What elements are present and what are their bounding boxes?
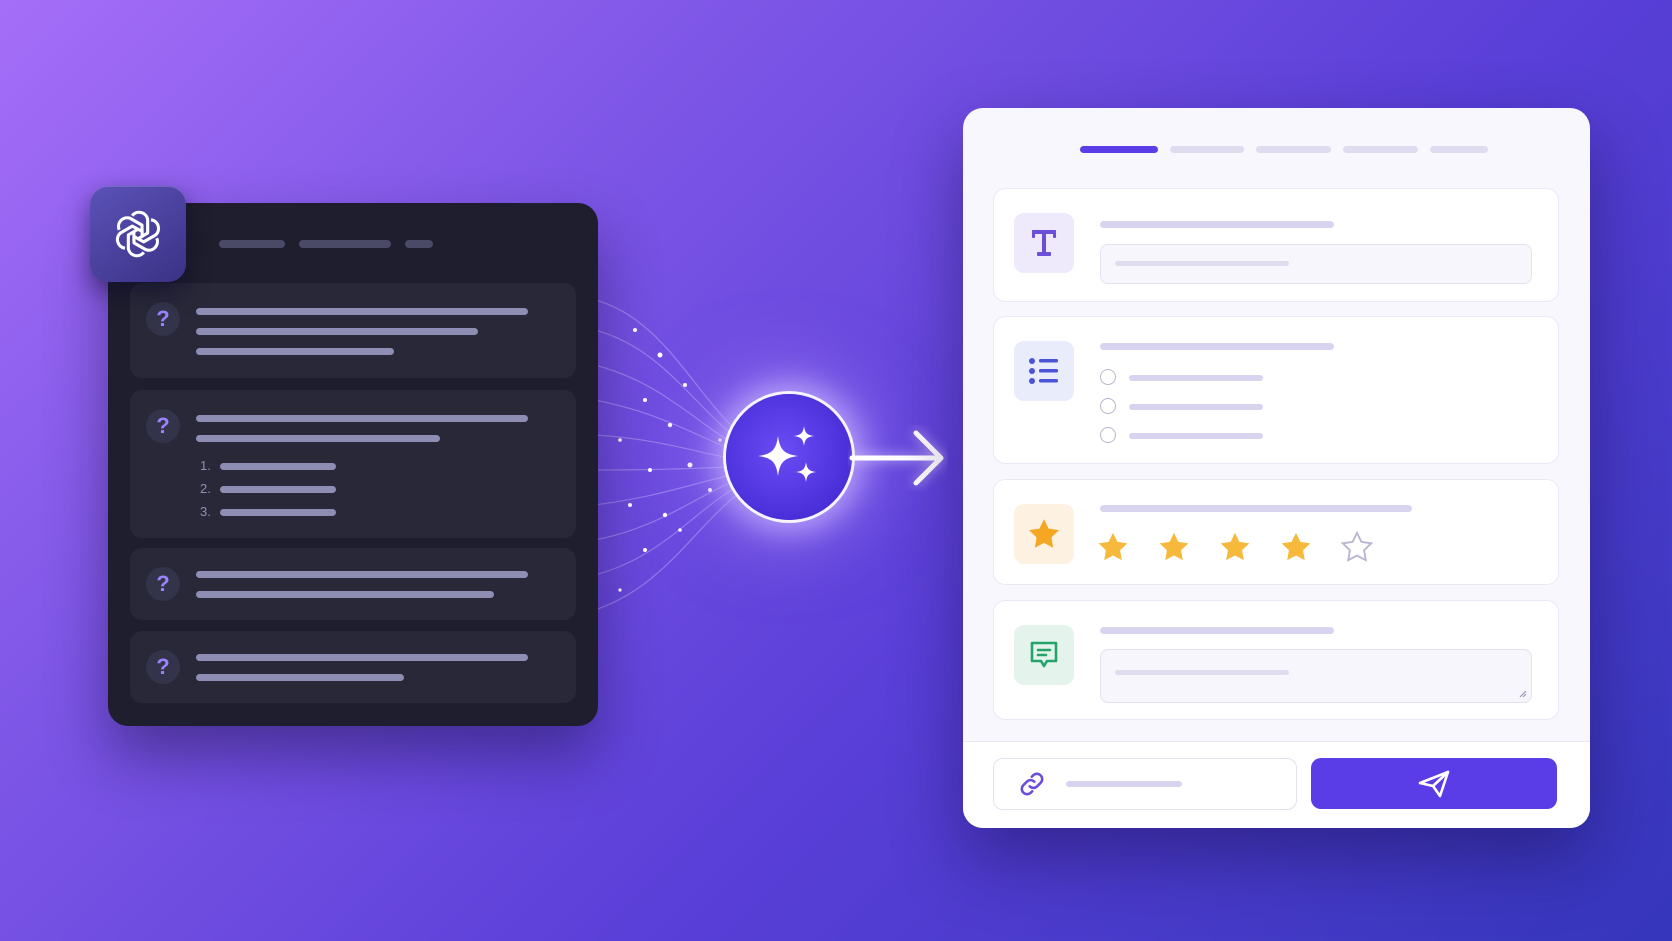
progress-step	[1430, 146, 1488, 153]
star-icon	[1014, 504, 1074, 564]
question-icon: ?	[146, 650, 180, 684]
radio-option[interactable]	[1100, 398, 1116, 414]
question-card[interactable]: ?	[130, 631, 576, 703]
header-pill	[219, 240, 285, 248]
text-line	[196, 308, 528, 315]
resize-handle-icon[interactable]	[1517, 688, 1527, 698]
openai-logo-icon	[115, 210, 161, 258]
header-pill	[405, 240, 433, 248]
form-field-long-text[interactable]	[993, 600, 1559, 720]
star-filled-icon[interactable]	[1157, 530, 1191, 564]
placeholder-line	[1115, 261, 1289, 266]
form-field-multiple-choice[interactable]	[993, 316, 1559, 464]
field-label-line	[1100, 505, 1412, 512]
radio-option[interactable]	[1100, 427, 1116, 443]
progress-step	[1256, 146, 1331, 153]
list-number: 2.	[200, 481, 211, 496]
text-line	[196, 571, 528, 578]
field-label-line	[1100, 343, 1334, 350]
question-icon: ?	[146, 567, 180, 601]
form-panel	[963, 108, 1590, 828]
star-filled-icon[interactable]	[1279, 530, 1313, 564]
option-line	[1129, 404, 1263, 410]
list-line	[220, 463, 336, 470]
header-pill	[299, 240, 391, 248]
text-input[interactable]	[1100, 244, 1532, 284]
question-card[interactable]: ?	[130, 283, 576, 378]
option-line	[1129, 375, 1263, 381]
placeholder-line	[1115, 670, 1289, 675]
arrow-right-icon	[849, 430, 944, 486]
star-empty-icon[interactable]	[1340, 530, 1374, 564]
text-line	[196, 654, 528, 661]
form-footer	[963, 741, 1590, 828]
progress-step-active	[1080, 146, 1158, 153]
text-line	[196, 674, 404, 681]
list-line	[220, 486, 336, 493]
text-line	[196, 591, 494, 598]
sparkles-icon	[758, 426, 816, 482]
list-line	[220, 509, 336, 516]
option-line	[1129, 433, 1263, 439]
progress-step	[1343, 146, 1418, 153]
link-icon	[1020, 772, 1044, 796]
comment-icon	[1014, 625, 1074, 685]
star-filled-icon[interactable]	[1096, 530, 1130, 564]
form-field-text[interactable]	[993, 188, 1559, 302]
chat-panel: ? ? 1. 2. 3. ? ?	[108, 203, 598, 726]
textarea-input[interactable]	[1100, 649, 1532, 703]
question-icon: ?	[146, 409, 180, 443]
text-line	[196, 415, 528, 422]
openai-logo-tile	[90, 186, 186, 282]
share-link-input[interactable]	[993, 758, 1297, 810]
question-card[interactable]: ?	[130, 548, 576, 620]
field-label-line	[1100, 627, 1334, 634]
text-line	[196, 435, 440, 442]
field-label-line	[1100, 221, 1334, 228]
link-line	[1066, 781, 1182, 787]
text-type-icon	[1014, 213, 1074, 273]
list-icon	[1014, 341, 1074, 401]
radio-option[interactable]	[1100, 369, 1116, 385]
star-filled-icon[interactable]	[1218, 530, 1252, 564]
send-button[interactable]	[1311, 758, 1557, 809]
text-line	[196, 348, 394, 355]
question-icon: ?	[146, 302, 180, 336]
progress-step	[1170, 146, 1244, 153]
list-number: 1.	[200, 458, 211, 473]
question-card[interactable]: ? 1. 2. 3.	[130, 390, 576, 538]
send-icon	[1418, 770, 1450, 797]
text-line	[196, 328, 478, 335]
form-field-rating[interactable]	[993, 479, 1559, 585]
list-number: 3.	[200, 504, 211, 519]
ai-orb	[726, 394, 852, 520]
